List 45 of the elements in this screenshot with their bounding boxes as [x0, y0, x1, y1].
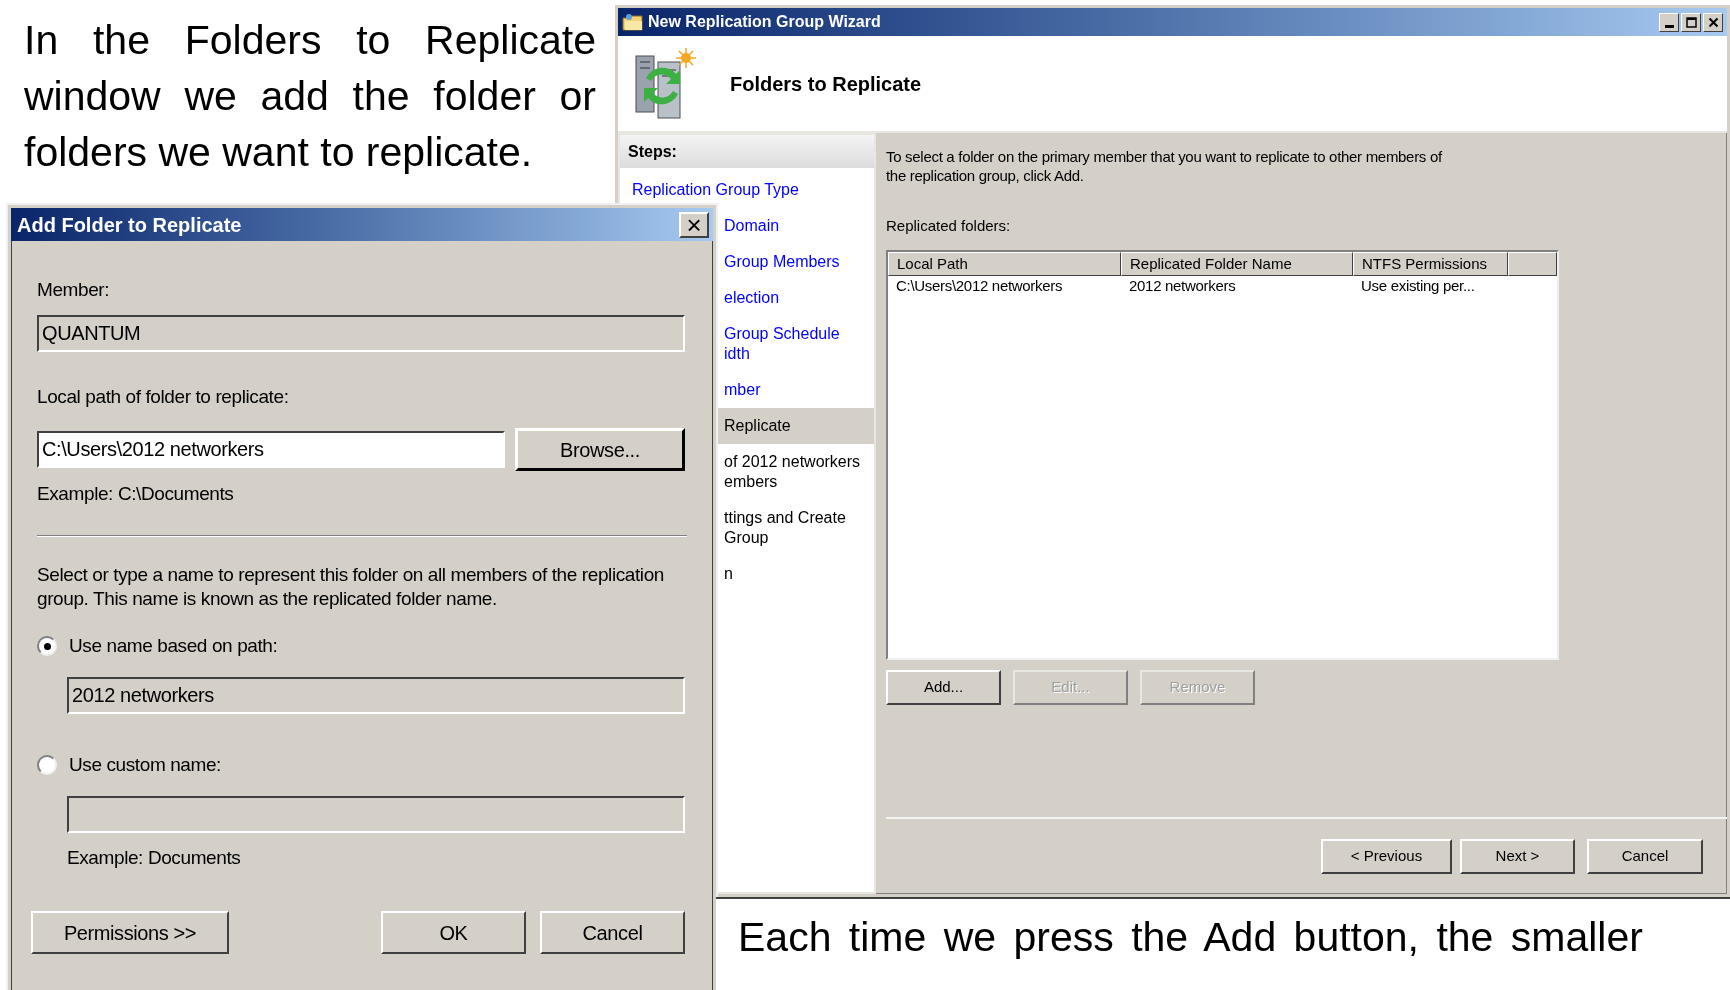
field-label: Local path of folder to replicate:: [37, 386, 290, 408]
close-button[interactable]: ×: [679, 211, 709, 238]
radio-option[interactable]: Use name based on path:: [37, 635, 687, 657]
dialog-button[interactable]: Browse...: [515, 428, 685, 471]
radio-button[interactable]: [37, 755, 57, 775]
description-text: Select or type a name to represent this folder on all members of the replication group. This name is known as the replicated folder name.: [37, 563, 665, 611]
text-field[interactable]: 2012 networkers: [67, 677, 685, 714]
step-item[interactable]: Replication Group Type: [620, 172, 874, 208]
text-field[interactable]: QUANTUM: [37, 315, 685, 352]
folder-icon: [622, 12, 644, 32]
close-icon: [1707, 16, 1719, 28]
column-header[interactable]: NTFS Permissions: [1353, 251, 1508, 276]
minimize-button[interactable]: [1659, 12, 1679, 32]
column-header[interactable]: Replicated Folder Name: [1121, 251, 1353, 276]
text-field[interactable]: C:\Users\2012 networkers: [37, 431, 505, 468]
column-header[interactable]: Local Path: [888, 251, 1121, 276]
list-button[interactable]: Add...: [886, 669, 1001, 705]
dialog-button[interactable]: Cancel: [540, 911, 685, 954]
maximize-icon: [1685, 16, 1697, 28]
steps-heading: Steps:: [620, 135, 874, 168]
example-text: Example: C:\Documents: [37, 483, 235, 505]
dialog-title: Add Folder to Replicate: [17, 212, 242, 238]
radio-button[interactable]: [37, 636, 57, 656]
page-heading: Folders to Replicate: [730, 71, 922, 97]
text-field[interactable]: [67, 796, 685, 833]
instruction-text: To select a folder on the primary member that you want to replicate to other members of the replication group, click Add.: [886, 147, 1444, 185]
example-text: Example: Documents: [67, 847, 242, 869]
list-label: Replicated folders:: [886, 216, 1012, 236]
dialog-button[interactable]: OK: [381, 911, 526, 954]
minimize-icon: [1664, 24, 1674, 28]
table-cell-text: C:\Users\2012 networkers: [895, 276, 1064, 297]
maximize-button[interactable]: [1681, 12, 1701, 32]
radio-option[interactable]: Use custom name:: [37, 754, 687, 776]
field-label: Member:: [37, 279, 111, 301]
window-title: New Replication Group Wizard: [648, 12, 881, 32]
close-button[interactable]: [1703, 12, 1723, 32]
server-arrows-icon: [632, 47, 696, 120]
nav-button[interactable]: Cancel: [1587, 839, 1703, 874]
nav-button[interactable]: Next >: [1460, 839, 1575, 874]
caption-text: Each time we press the Add button, the smaller: [738, 913, 1644, 962]
dialog-button[interactable]: Permissions >>: [31, 911, 229, 954]
table-cell-text: 2012 networkers: [1128, 276, 1237, 297]
table-cell-text: Use existing per...: [1360, 276, 1476, 297]
nav-button[interactable]: < Previous: [1321, 839, 1452, 874]
caption-text: In the Folders to Replicate window we add the folder or folders we want to replicate.: [24, 16, 596, 177]
